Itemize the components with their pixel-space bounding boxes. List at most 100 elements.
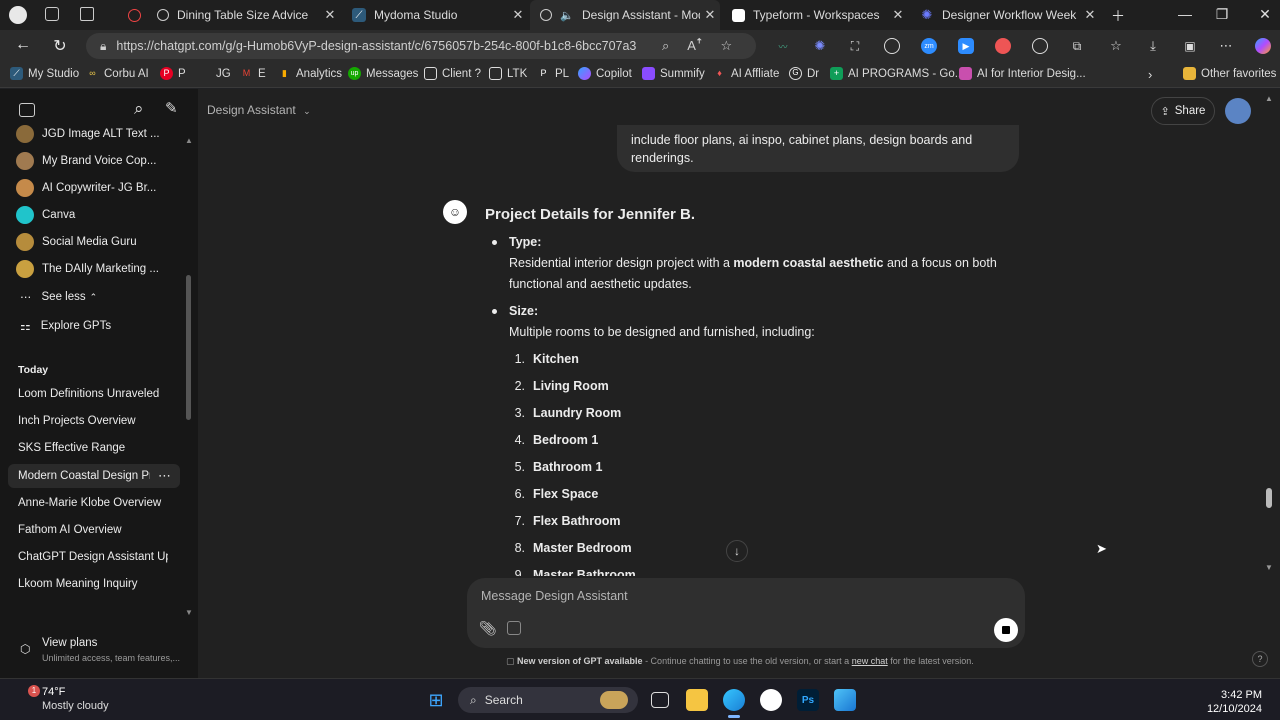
bookmark-pl[interactable]: P PL	[537, 67, 569, 80]
main-scrollbar[interactable]	[1266, 488, 1272, 508]
reload-icon[interactable]: ↻	[48, 36, 72, 56]
speaker-icon[interactable]: 🔈	[560, 8, 574, 22]
bookmark-analytics[interactable]: ▮ Analytics	[278, 67, 342, 80]
extension-openai-icon[interactable]	[884, 38, 900, 54]
extension-zoom-icon[interactable]: zm	[921, 38, 937, 54]
task-view-icon[interactable]	[651, 692, 669, 708]
sidebar-scroll-down-icon[interactable]: ▼	[185, 608, 193, 617]
gpt-item[interactable]: Social Media Guru	[16, 230, 137, 254]
downloads-icon[interactable]: ⤓	[1145, 38, 1161, 54]
view-plans-button[interactable]: ⬡ View plans Unlimited access, team feat…	[16, 636, 186, 666]
close-tab-icon[interactable]: ✕	[888, 7, 908, 23]
chat-item[interactable]: Fathom AI Overview	[18, 524, 168, 536]
tab-mydoma[interactable]: ⟋ Mydoma Studio ✕	[342, 0, 528, 30]
extension-red-icon[interactable]	[995, 38, 1011, 54]
profile-avatar[interactable]	[9, 6, 27, 24]
extension-openai2-icon[interactable]	[1032, 38, 1048, 54]
bookmark-ai-interior[interactable]: AI for Interior Desig...	[959, 67, 1086, 80]
tab-typeform[interactable]: Typeform - Workspaces ✕	[722, 0, 908, 30]
close-tab-icon[interactable]: ✕	[508, 7, 528, 23]
photos-icon[interactable]	[834, 689, 856, 711]
minimize-icon[interactable]: —	[1170, 6, 1200, 22]
scroll-to-bottom-button[interactable]: ↓	[726, 540, 748, 562]
photoshop-icon[interactable]: Ps	[797, 689, 819, 711]
user-avatar[interactable]	[1225, 98, 1251, 124]
share-button[interactable]: ⇪ Share	[1151, 97, 1215, 125]
workspaces-icon[interactable]	[45, 7, 59, 21]
read-aloud-icon[interactable]: Aꜛ	[687, 38, 702, 54]
chat-item[interactable]: Loom Definitions Unraveled	[18, 388, 168, 400]
bookmark-ltk[interactable]: LTK	[489, 67, 527, 80]
openai-app-icon[interactable]	[760, 689, 782, 711]
message-input[interactable]: Message Design Assistant	[481, 589, 628, 603]
address-bar[interactable]: 🔒︎ https://chatgpt.com/g/g-Humob6VyP-des…	[86, 33, 756, 59]
screenshot-icon[interactable]: ▣	[1182, 38, 1198, 54]
chat-item[interactable]: SKS Effective Range	[18, 442, 168, 454]
help-button[interactable]: ?	[1252, 651, 1268, 667]
bookmark-my-studio[interactable]: ⟋ My Studio	[10, 67, 79, 80]
extensions-puzzle-icon[interactable]: ⧉	[1069, 38, 1085, 54]
chat-item[interactable]: ChatGPT Design Assistant Update	[18, 551, 168, 563]
chat-item[interactable]: Anne-Marie Klobe Overview	[18, 497, 168, 509]
favorites-icon[interactable]: ☆	[1108, 38, 1124, 54]
file-explorer-icon[interactable]	[686, 689, 708, 711]
explore-gpts-button[interactable]: ⚏ Explore GPTs	[16, 314, 111, 338]
new-chat-icon[interactable]: ✎	[165, 99, 178, 117]
tab-design-assistant[interactable]: 🔈 Design Assistant - Modern ✕	[530, 0, 720, 30]
bookmark-e[interactable]: ME	[240, 67, 266, 80]
chat-item[interactable]: Modern Coastal Design Preferences	[18, 470, 150, 482]
taskbar-search[interactable]: ⌕ Search	[458, 687, 638, 713]
toggle-sidebar-icon[interactable]	[19, 103, 35, 117]
copilot-icon[interactable]	[1255, 38, 1271, 54]
weather-widget[interactable]: 1 74°F Mostly cloudy	[14, 684, 114, 716]
bookmark-p[interactable]: PP	[160, 67, 186, 80]
favorite-star-icon[interactable]: ☆	[720, 38, 732, 54]
gpt-item[interactable]: AI Copywriter- JG Br...	[16, 176, 156, 200]
attach-icon[interactable]: 📎︎	[479, 620, 497, 637]
main-scroll-up-icon[interactable]: ▲	[1265, 94, 1273, 103]
bookmark-dr[interactable]: G Dr	[789, 67, 819, 80]
chat-item[interactable]: Inch Projects Overview	[18, 415, 168, 427]
clock[interactable]: 3:42 PM 12/10/2024	[1200, 688, 1262, 716]
close-tab-icon[interactable]: ✕	[700, 7, 720, 23]
bookmark-summify[interactable]: Summify	[642, 67, 705, 80]
tab-dining-table[interactable]: Dining Table Size Advice ✕	[118, 0, 340, 30]
gpt-item[interactable]: My Brand Voice Cop...	[16, 149, 156, 173]
new-chat-link[interactable]: new chat	[852, 656, 888, 666]
bookmark-other-favorites[interactable]: Other favorites	[1183, 67, 1276, 80]
bookmark-ai-affiliate[interactable]: ♦ AI Affliate	[713, 67, 779, 80]
bookmark-copilot[interactable]: Copilot	[578, 67, 632, 80]
chat-options-icon[interactable]: ⋯	[158, 468, 171, 484]
gpt-item[interactable]: The DAIly Marketing ...	[16, 257, 159, 281]
tools-icon[interactable]	[507, 621, 521, 635]
new-tab-icon[interactable]: ＋	[1103, 6, 1133, 26]
main-scroll-down-icon[interactable]: ▼	[1265, 563, 1273, 572]
back-icon[interactable]: ←	[11, 36, 35, 54]
see-less-button[interactable]: ⋯ See less ⌃	[16, 285, 97, 309]
tab-designer-workflow[interactable]: ✺ Designer Workflow Week Behind ✕	[910, 0, 1100, 30]
bookmark-messages[interactable]: up Messages	[348, 67, 418, 80]
extension-wave-icon[interactable]: 〰	[775, 38, 791, 54]
more-menu-icon[interactable]: ⋯	[1218, 38, 1234, 54]
sidebar-scroll-up-icon[interactable]: ▲	[185, 136, 193, 145]
bookmark-corbu[interactable]: ∞ Corbu AI	[86, 67, 148, 80]
extension-play-icon[interactable]: ▶	[958, 38, 974, 54]
restore-icon[interactable]: ❐	[1207, 6, 1237, 23]
extension-burst-icon[interactable]: ✺	[812, 38, 828, 54]
windows-start-icon[interactable]: ⊞	[425, 689, 447, 711]
chat-item[interactable]: Lkoom Meaning Inquiry	[18, 578, 168, 590]
extension-crop-icon[interactable]: ⛶	[847, 38, 863, 54]
stop-button[interactable]	[994, 618, 1018, 642]
close-window-icon[interactable]: ✕	[1250, 6, 1280, 23]
bookmark-client[interactable]: Client ?	[424, 67, 481, 80]
close-tab-icon[interactable]: ✕	[320, 7, 340, 23]
bookmark-jg[interactable]: JG	[198, 67, 231, 80]
zoom-icon[interactable]: ⌕	[662, 38, 669, 54]
close-tab-icon[interactable]: ✕	[1080, 7, 1100, 23]
bookmark-ai-programs[interactable]: + AI PROGRAMS - Go...	[830, 67, 964, 80]
tab-actions-icon[interactable]	[80, 7, 94, 21]
gpt-item[interactable]: Canva	[16, 203, 75, 227]
edge-icon[interactable]	[723, 689, 745, 711]
gpt-item[interactable]: JGD Image ALT Text ...	[16, 122, 160, 146]
model-selector[interactable]: Design Assistant ⌄	[207, 103, 311, 117]
